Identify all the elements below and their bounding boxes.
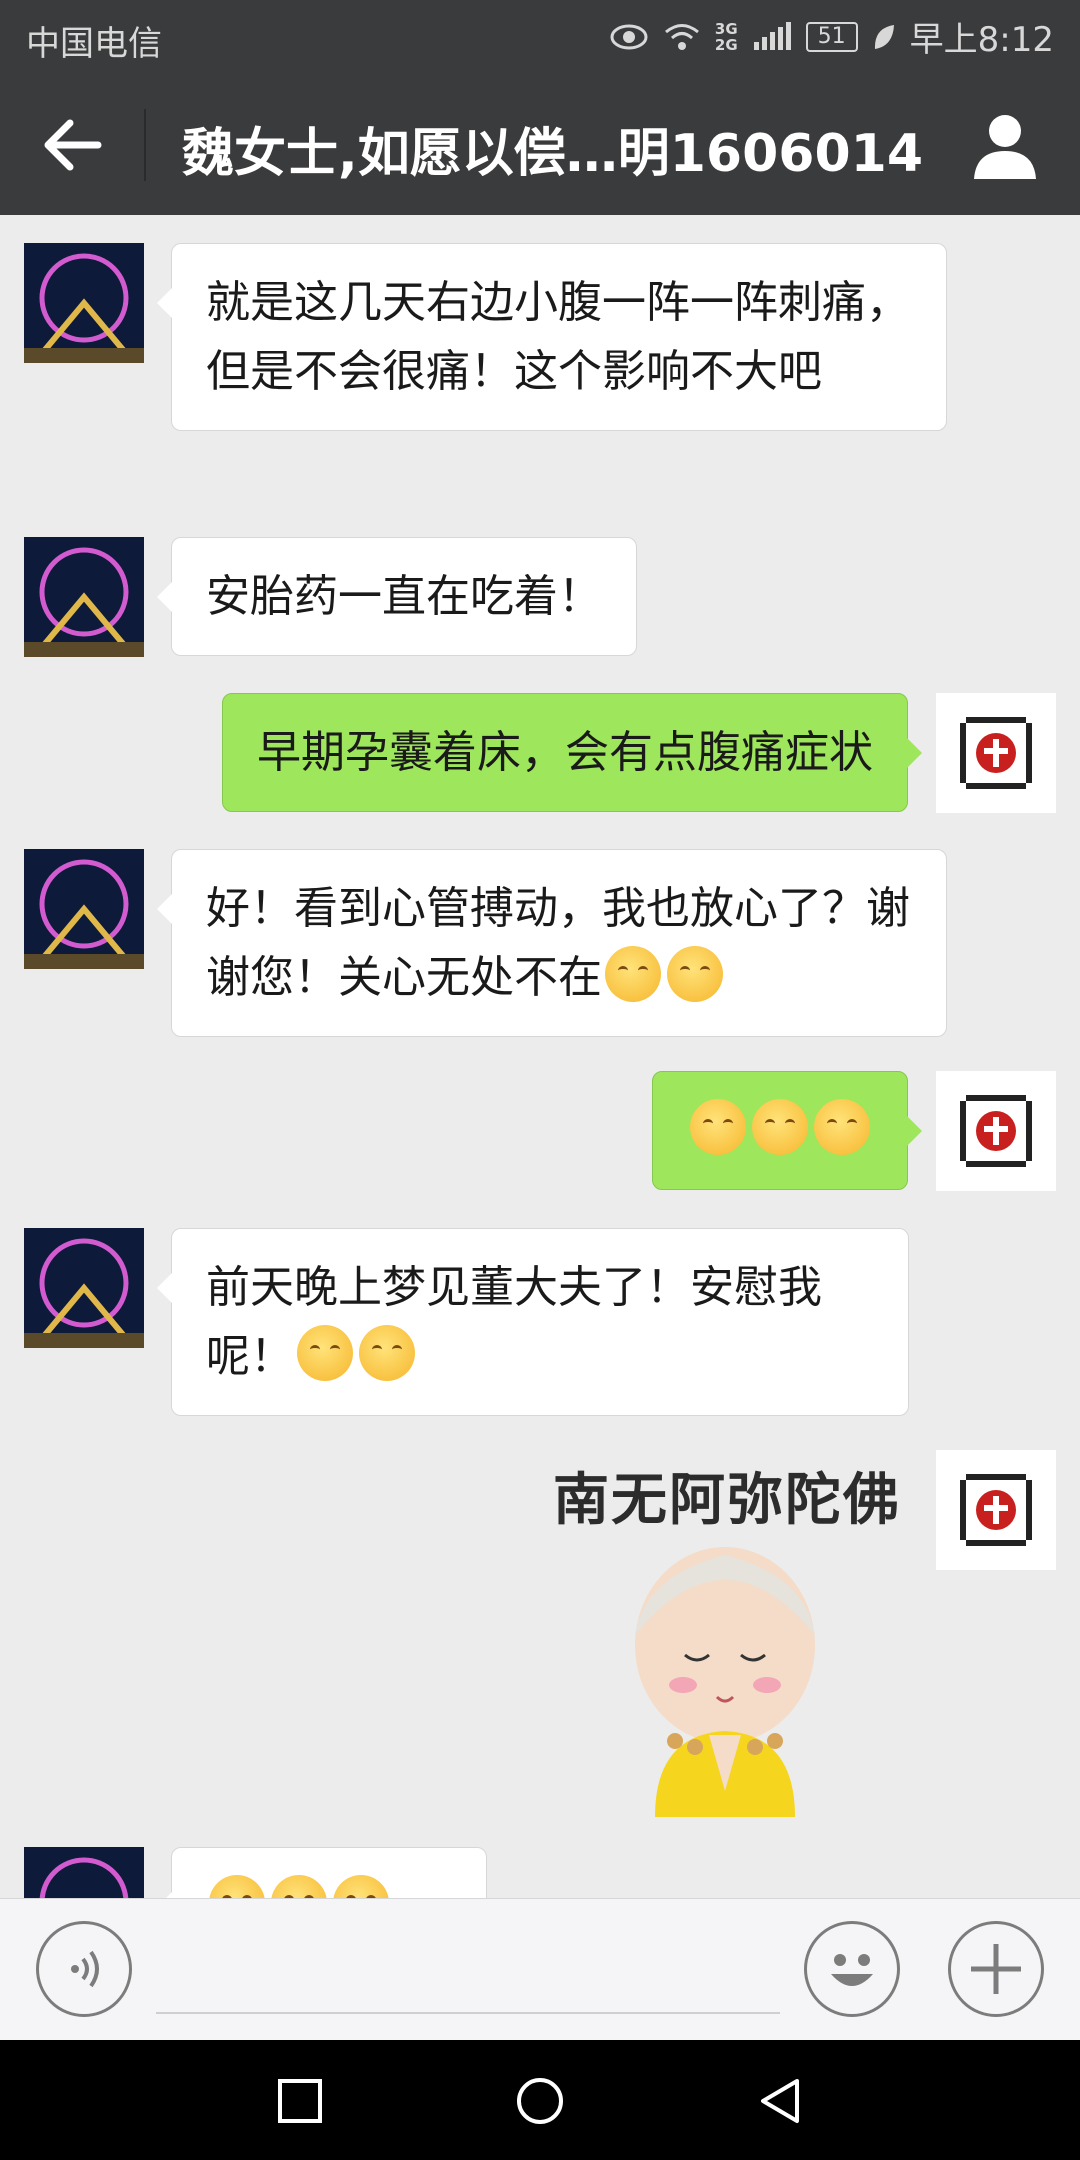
message-bubble-incoming[interactable]: 安胎药一直在吃着！	[157, 537, 637, 656]
signal-icon	[753, 21, 791, 50]
my-avatar[interactable]	[936, 693, 1056, 813]
wifi-icon	[664, 23, 699, 50]
smile-emoji	[752, 1099, 808, 1155]
message-input[interactable]	[156, 2012, 780, 2014]
status-bar: 中国电信 3G 2G 51 早上8:12	[0, 0, 1080, 75]
smile-emoji	[209, 1875, 265, 1898]
voice-icon	[71, 1950, 99, 1988]
crying-laughing-emoji	[297, 1325, 353, 1381]
message-bubble-incoming[interactable]: 前天晚上梦见董大夫了！安慰我呢！	[157, 1228, 909, 1416]
more-options-button[interactable]	[948, 1921, 1044, 2017]
plus-icon	[971, 1944, 1021, 1994]
contact-avatar[interactable]	[24, 1228, 144, 1348]
header-divider	[144, 109, 146, 181]
leaf-icon	[874, 24, 894, 49]
contact-avatar[interactable]	[24, 1847, 144, 1898]
status-icons: 3G 2G 51 早上8:12	[609, 12, 1054, 61]
eye-icon	[610, 24, 648, 49]
contact-avatar[interactable]	[24, 849, 144, 969]
hug-emoji	[667, 946, 723, 1002]
sticker-message[interactable]: 南无阿弥陀佛	[545, 1455, 915, 1817]
contact-avatar[interactable]	[24, 243, 144, 363]
input-bar	[0, 1898, 1080, 2040]
system-navigation-bar	[0, 2040, 1080, 2160]
my-avatar[interactable]	[936, 1071, 1056, 1191]
smile-emoji	[271, 1875, 327, 1898]
praying-monk-sticker	[635, 1547, 815, 1817]
back-nav-icon[interactable]	[755, 2076, 805, 2126]
chat-title: 魏女士,如愿以偿…明16060141	[182, 124, 922, 184]
my-avatar[interactable]	[936, 1450, 1056, 1570]
message-bubble-outgoing[interactable]	[652, 1071, 922, 1190]
message-bubble-outgoing[interactable]: 早期孕囊着床，会有点腹痛症状	[222, 693, 922, 812]
carrier-label: 中国电信	[26, 24, 162, 64]
emoji-icon	[831, 1954, 873, 1986]
home-icon[interactable]	[515, 2076, 565, 2126]
recent-apps-icon[interactable]	[275, 2076, 325, 2126]
smile-emoji	[814, 1099, 870, 1155]
sticker-caption: 南无阿弥陀佛	[553, 1468, 901, 1533]
message-list[interactable]: 就是这几天右边小腹一阵一阵刺痛，但是不会很痛！这个影响不大吧 安胎药一直在吃着！…	[0, 215, 1080, 1898]
clock: 早上8:12	[909, 20, 1054, 60]
crying-laughing-emoji	[359, 1325, 415, 1381]
hug-emoji	[605, 946, 661, 1002]
smile-emoji	[333, 1875, 389, 1898]
back-arrow-icon[interactable]	[40, 112, 106, 178]
emoji-button[interactable]	[804, 1921, 900, 2017]
contact-profile-icon[interactable]	[970, 111, 1040, 181]
message-bubble-incoming[interactable]: 就是这几天右边小腹一阵一阵刺痛，但是不会很痛！这个影响不大吧	[157, 243, 947, 431]
battery-indicator: 51	[805, 21, 858, 52]
chat-header: 魏女士,如愿以偿…明16060141	[0, 75, 1080, 215]
voice-button[interactable]	[36, 1921, 132, 2017]
message-bubble-incoming[interactable]	[157, 1847, 487, 1898]
network-type: 3G 2G	[714, 19, 738, 54]
contact-avatar[interactable]	[24, 537, 144, 657]
smile-emoji	[690, 1099, 746, 1155]
message-bubble-incoming[interactable]: 好！看到心管搏动，我也放心了？谢谢您！关心无处不在	[157, 849, 947, 1037]
